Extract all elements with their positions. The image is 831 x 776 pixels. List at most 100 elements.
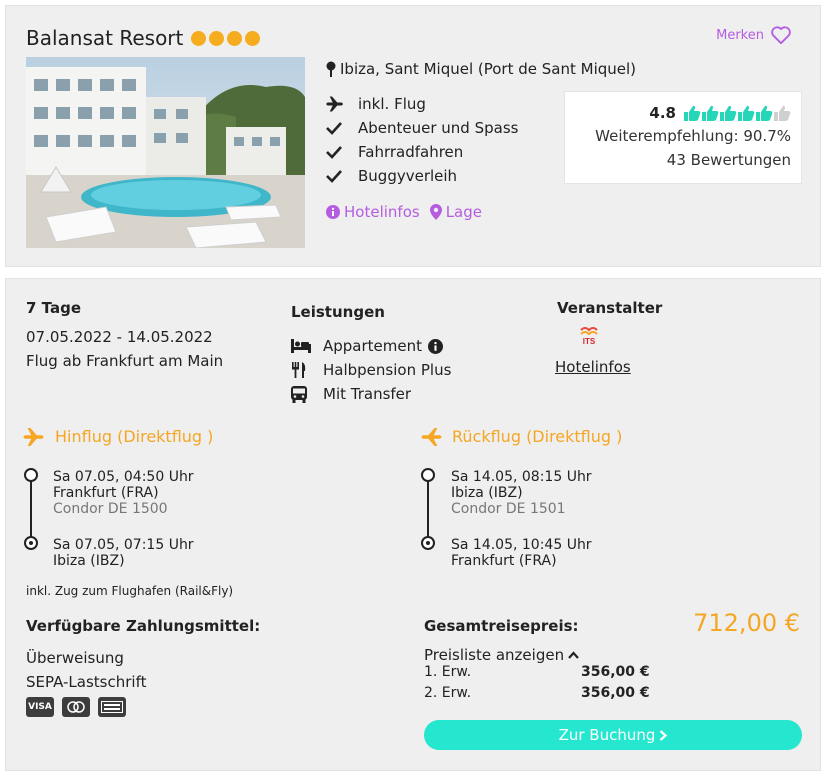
- travel-dates: 07.05.2022 - 14.05.2022: [26, 328, 213, 346]
- outbound-arr-airport: Ibiza (IBZ): [53, 553, 125, 569]
- inbound-departure: Sa 14.05, 08:15 Uhr Ibiza (IBZ) Condor D…: [451, 469, 592, 517]
- payment-method: Überweisung: [26, 649, 124, 667]
- outbound-arr-marker: [24, 536, 38, 550]
- price-row-label: 1. Erw.: [424, 664, 472, 680]
- heart-icon: [771, 26, 791, 45]
- thumb-up-icon: [702, 105, 719, 121]
- inbound-arrival: Sa 14.05, 10:45 Uhr Frankfurt (FRA): [451, 537, 592, 569]
- offer-card: 7 Tage 07.05.2022 - 14.05.2022 Flug ab F…: [5, 278, 821, 771]
- star-icon: [209, 30, 225, 46]
- leistung-item: Appartement: [291, 334, 451, 358]
- outbound-header: Hinflug (Direktflug ): [23, 427, 213, 446]
- outbound-dep-marker: [24, 468, 38, 482]
- outbound-timeline-line: [30, 481, 32, 537]
- rating-score-line: 4.8: [565, 102, 791, 124]
- hotel-links: Hotelinfos Lage: [326, 203, 482, 221]
- outbound-departure: Sa 07.05, 04:50 Uhr Frankfurt (FRA) Cond…: [53, 469, 194, 517]
- leistungen-title: Leistungen: [291, 303, 385, 321]
- veranstalter-hotelinfos-link[interactable]: Hotelinfos: [555, 358, 631, 376]
- hotelinfos-label: Hotelinfos: [344, 203, 420, 221]
- payment-title: Verfügbare Zahlungsmittel:: [26, 617, 261, 635]
- feature-label: inkl. Flug: [358, 95, 426, 113]
- its-logo-text: ITS: [583, 337, 596, 346]
- rating-thumbs: [684, 105, 791, 121]
- feature-item: inkl. Flug: [326, 92, 518, 116]
- booking-button-label: Zur Buchung: [558, 726, 656, 744]
- outbound-title: Hinflug (Direktflug ): [55, 427, 214, 446]
- pricelist-toggle[interactable]: Preisliste anzeigen: [424, 646, 579, 664]
- map-pin-icon: [429, 204, 442, 220]
- hotel-name[interactable]: Balansat Resort: [26, 26, 183, 50]
- feature-item: Buggyverleih: [326, 164, 518, 188]
- hotel-image[interactable]: [26, 57, 305, 248]
- its-logo: ITS: [579, 326, 599, 350]
- star-icon: [191, 30, 207, 46]
- leistung-label: Appartement: [323, 337, 423, 355]
- chevron-up-icon: [568, 651, 579, 659]
- total-price-title: Gesamtreisepreis:: [424, 617, 579, 635]
- feature-label: Fahrradfahren: [358, 143, 464, 161]
- bed-icon: [291, 339, 323, 353]
- merken-button[interactable]: Merken: [716, 25, 792, 45]
- inbound-arr-marker: [421, 536, 435, 550]
- inbound-header: Rückflug (Direktflug ): [420, 427, 622, 446]
- check-icon: [326, 145, 358, 159]
- hotel-features: inkl. Flug Abenteuer und Spass Fahrradfa…: [326, 92, 518, 188]
- map-pin-icon: [326, 61, 336, 77]
- rating-box[interactable]: 4.8 Weiterempfehlung: 90.7% 43 Bewertung…: [564, 91, 802, 184]
- payment-method: SEPA-Lastschrift: [26, 673, 147, 691]
- leistung-item: Halbpension Plus: [291, 358, 451, 382]
- leistung-label: Halbpension Plus: [323, 361, 452, 379]
- outbound-arr-time: Sa 07.05, 07:15 Uhr: [53, 537, 194, 553]
- inbound-timeline-line: [427, 481, 429, 537]
- hotel-stars: [191, 30, 261, 46]
- recommendation-rate: Weiterempfehlung: 90.7%: [595, 127, 791, 145]
- leistungen-list: Appartement Halbpension Plus Mit Transfe…: [291, 334, 451, 406]
- hotel-card: Balansat Resort Merken Ibiza, Sant Mique…: [5, 5, 821, 267]
- total-price: 712,00 €: [693, 609, 800, 637]
- veranstalter-title: Veranstalter: [557, 299, 663, 317]
- inbound-arr-airport: Frankfurt (FRA): [451, 553, 557, 569]
- inbound-dep-time: Sa 14.05, 08:15 Uhr: [451, 469, 592, 485]
- inbound-dep-airport: Ibiza (IBZ): [451, 485, 523, 501]
- outbound-dep-time: Sa 07.05, 04:50 Uhr: [53, 469, 194, 485]
- outbound-carrier: Condor DE 1500: [53, 501, 168, 517]
- duration: 7 Tage: [26, 299, 81, 317]
- thumb-up-icon: [756, 105, 773, 121]
- chevron-right-icon: [660, 729, 668, 741]
- pricelist-toggle-label: Preisliste anzeigen: [424, 646, 565, 664]
- outbound-arrival: Sa 07.05, 07:15 Uhr Ibiza (IBZ): [53, 537, 194, 569]
- plane-icon: [421, 427, 442, 446]
- leistung-item: Mit Transfer: [291, 382, 451, 406]
- star-icon: [245, 30, 261, 46]
- hotelinfos-link[interactable]: Hotelinfos: [326, 203, 420, 221]
- thumb-up-icon: [720, 105, 737, 121]
- booking-button[interactable]: Zur Buchung: [424, 720, 802, 750]
- price-row: 1. Erw. 356,00 €: [424, 664, 650, 680]
- payment-cards: VISA: [26, 697, 134, 717]
- location-text: Ibiza, Sant Miquel (Port de Sant Miquel): [340, 60, 637, 78]
- feature-label: Abenteuer und Spass: [358, 119, 519, 137]
- info-icon[interactable]: [428, 338, 444, 354]
- inbound-carrier: Condor DE 1501: [451, 501, 566, 517]
- inbound-dep-marker: [421, 468, 435, 482]
- star-icon: [227, 30, 243, 46]
- feature-label: Buggyverleih: [358, 167, 458, 185]
- lage-label: Lage: [445, 203, 482, 221]
- leistung-label: Mit Transfer: [323, 385, 412, 403]
- check-icon: [326, 121, 358, 135]
- thumb-up-icon: [738, 105, 755, 121]
- rating-score: 4.8: [649, 104, 676, 122]
- departure-airport: Flug ab Frankfurt am Main: [26, 352, 224, 370]
- amex-icon: [98, 697, 126, 717]
- lage-link[interactable]: Lage: [429, 203, 482, 221]
- thumb-up-icon: [774, 105, 791, 121]
- hotel-title: Balansat Resort: [26, 26, 261, 50]
- mastercard-icon: [62, 697, 90, 717]
- merken-label: Merken: [716, 27, 764, 43]
- bus-icon: [291, 385, 323, 403]
- visa-icon: VISA: [26, 697, 54, 717]
- plane-icon: [23, 427, 44, 446]
- feature-item: Fahrradfahren: [326, 140, 518, 164]
- hotel-location: Ibiza, Sant Miquel (Port de Sant Miquel): [326, 60, 636, 78]
